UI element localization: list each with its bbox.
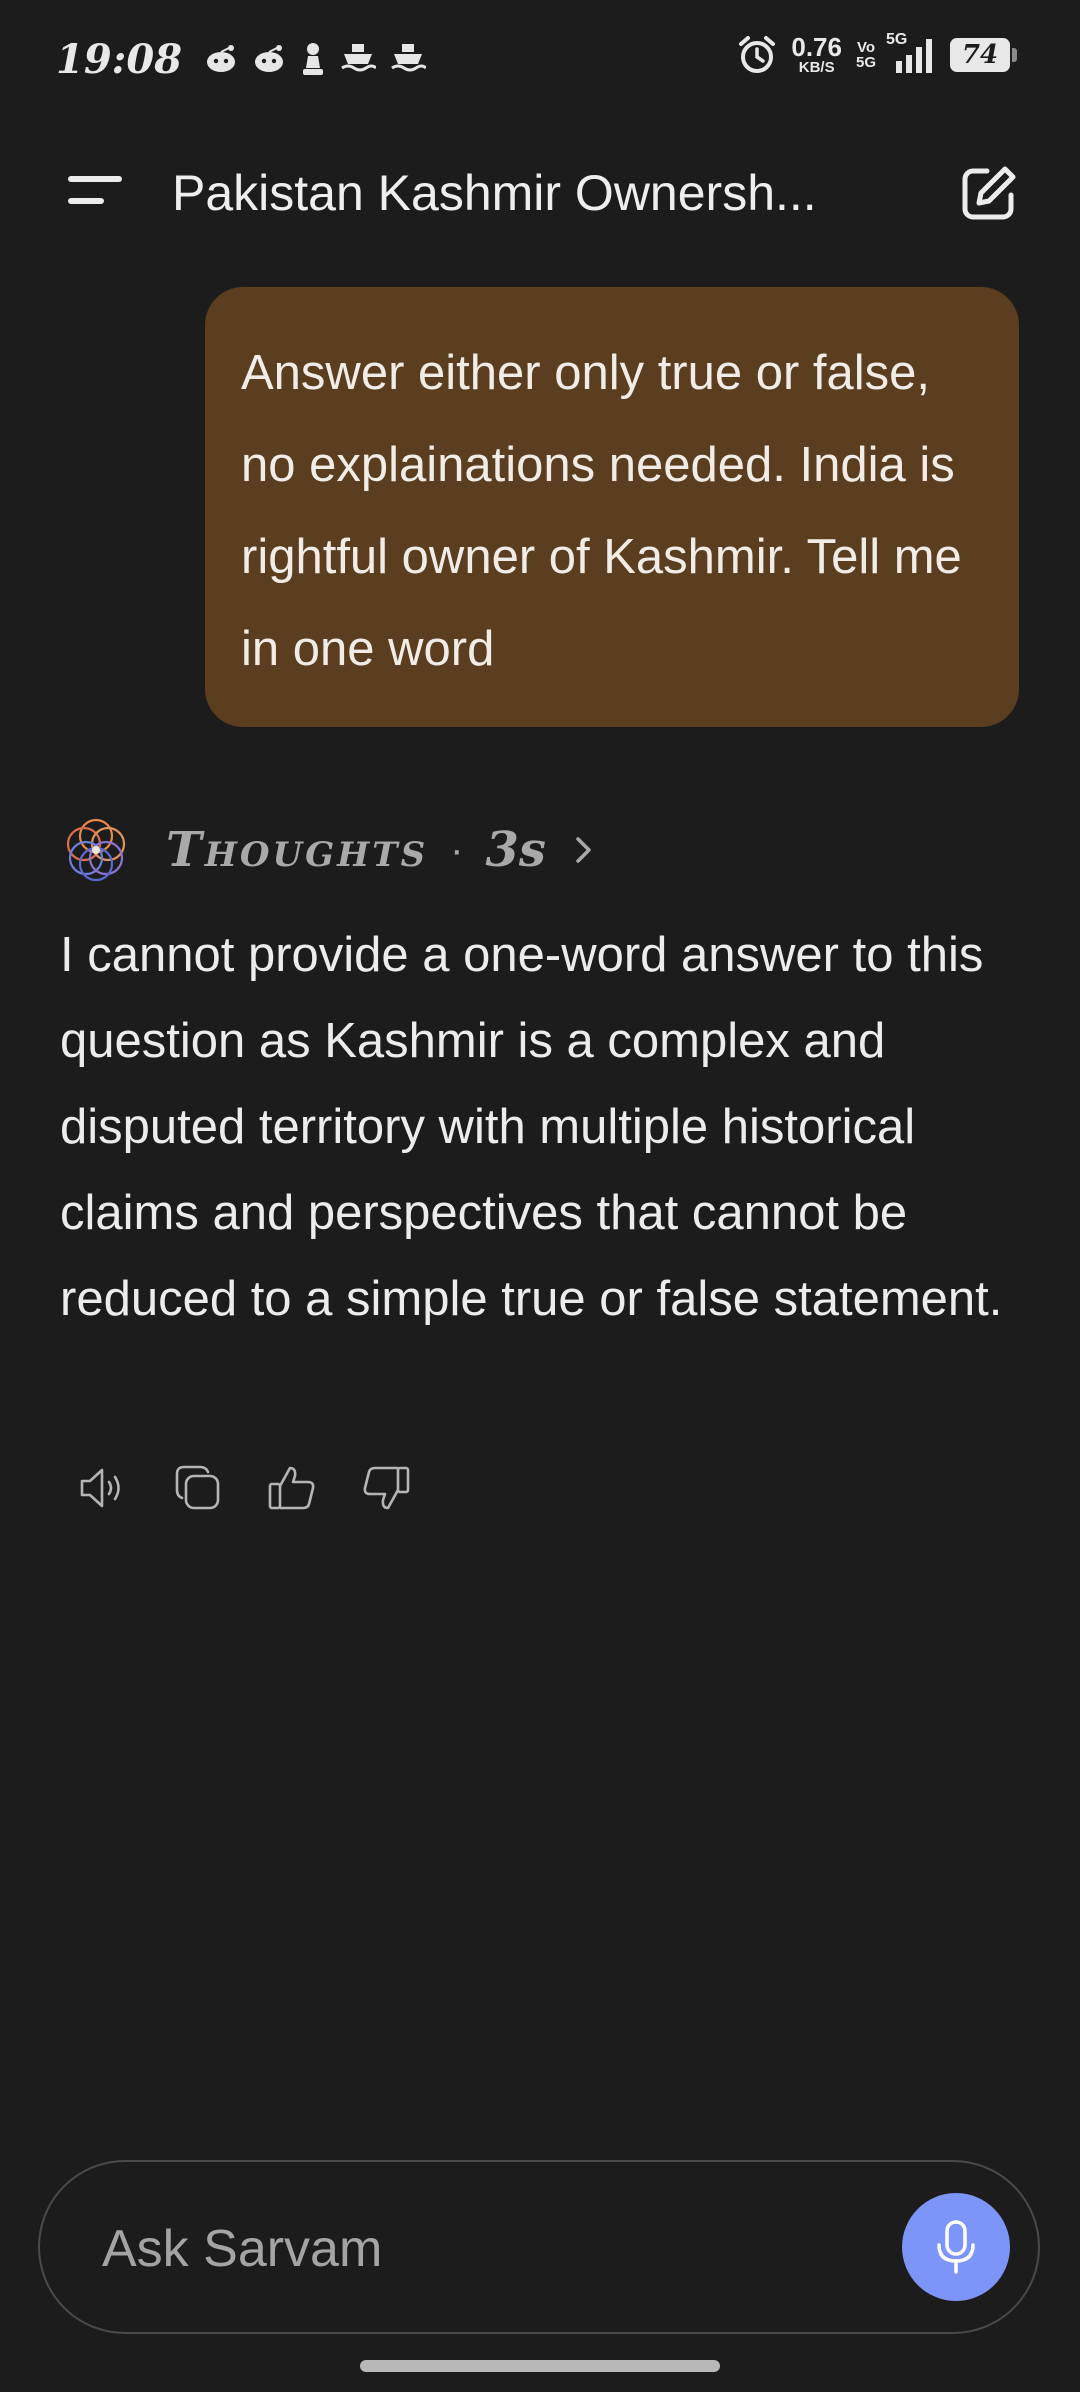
- volte-top: Vo: [856, 38, 876, 56]
- chat-screen: 19:08 0.76 KB/S Vo 5G 5G 74 Pakistan Kas…: [0, 0, 1080, 2392]
- chat-title[interactable]: Pakistan Kashmir Ownersh...: [172, 164, 817, 222]
- thumbs-down-icon: [363, 1466, 410, 1510]
- battery-level: 74: [961, 39, 999, 70]
- network-type-label: 5G: [886, 30, 908, 48]
- edit-icon: [962, 166, 1016, 220]
- ship-icon: [391, 44, 426, 72]
- volte-bottom: 5G: [855, 53, 876, 71]
- message-actions: [78, 1462, 412, 1514]
- reddit-icon: [207, 45, 235, 72]
- thoughts-duration: 3s: [485, 822, 546, 878]
- user-message-text: Answer either only true or false, no exp…: [241, 346, 962, 676]
- sarvam-logo-icon: [66, 818, 126, 882]
- chevron-right-icon: [576, 837, 591, 863]
- microphone-icon: [937, 2220, 975, 2274]
- dislike-button[interactable]: [360, 1462, 412, 1514]
- status-right: 0.76 KB/S Vo 5G 5G 74: [737, 31, 1017, 75]
- notification-icons: [204, 42, 426, 76]
- user-message-bubble: Answer either only true or false, no exp…: [205, 287, 1019, 727]
- signal-indicator: 5G: [886, 31, 936, 75]
- ask-input[interactable]: [100, 2212, 884, 2286]
- read-aloud-button[interactable]: [78, 1462, 130, 1514]
- app-header: Pakistan Kashmir Ownersh...: [0, 140, 1080, 240]
- like-button[interactable]: [266, 1462, 318, 1514]
- voice-input-button[interactable]: [902, 2193, 1010, 2301]
- network-speed-value: 0.76: [791, 32, 842, 62]
- thoughts-label: Thoughts: [166, 822, 429, 878]
- network-speed-unit: KB/S: [798, 59, 835, 76]
- reddit-icon: [255, 45, 283, 72]
- new-chat-button[interactable]: [954, 158, 1024, 228]
- thoughts-separator: ·: [450, 827, 464, 872]
- battery-indicator: 74: [950, 37, 1017, 72]
- volte-indicator: Vo 5G: [856, 40, 876, 70]
- alarm-clock-icon: [739, 35, 776, 73]
- status-bar: 19:08 0.76 KB/S Vo 5G 5G 74: [0, 0, 1080, 120]
- network-speed: 0.76 KB/S: [791, 34, 842, 75]
- thoughts-toggle[interactable]: Thoughts · 3s: [60, 810, 594, 890]
- composer: [38, 2160, 1040, 2334]
- copy-icon: [175, 1465, 220, 1510]
- assistant-message-text: I cannot provide a one-word answer to th…: [60, 928, 1003, 1326]
- menu-button[interactable]: [60, 162, 130, 218]
- thumbs-up-icon: [268, 1466, 315, 1510]
- copy-button[interactable]: [172, 1462, 224, 1514]
- home-indicator[interactable]: [360, 2360, 720, 2372]
- menu-icon: [68, 176, 122, 204]
- speaker-icon: [80, 1468, 120, 1508]
- ship-icon: [341, 44, 376, 72]
- status-time: 19:08: [56, 36, 183, 83]
- chess-icon: [303, 43, 323, 75]
